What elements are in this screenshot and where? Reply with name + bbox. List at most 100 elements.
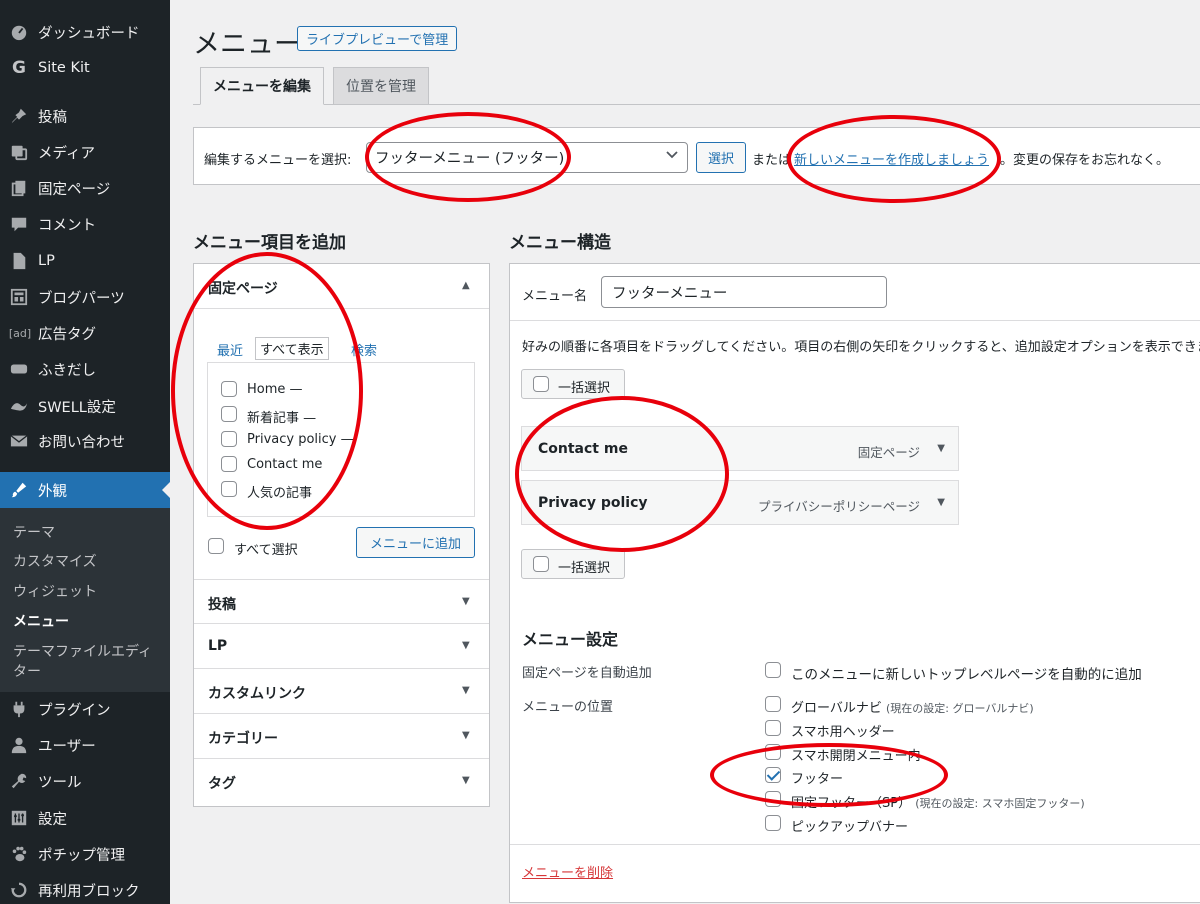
sidebar-item-plugins[interactable]: プラグイン xyxy=(0,691,170,727)
menu-structure-panel: メニュー名 フッターメニュー 好みの順番に各項目をドラッグしてください。項目の右… xyxy=(509,263,1200,903)
pin-icon xyxy=(9,106,29,126)
sidebar-item-lp[interactable]: LP xyxy=(0,243,170,279)
sidebar-item-adtags[interactable]: [ad] 広告タグ xyxy=(0,315,170,351)
pages-checklist: Home — 新着記事 — Privacy policy — Contact m… xyxy=(207,362,475,517)
location-checkbox[interactable] xyxy=(765,815,781,831)
checkbox[interactable] xyxy=(221,481,237,497)
menu-name-label: メニュー名 xyxy=(522,289,588,304)
or-text: または xyxy=(752,153,792,168)
section-title: タグ xyxy=(208,776,236,792)
sidebar-item-settings[interactable]: 設定 xyxy=(0,800,170,836)
sidebar-item-label: LP xyxy=(38,253,55,269)
chevron-down-icon: ▼ xyxy=(462,596,470,607)
sidebar-item-label: ツール xyxy=(38,774,82,791)
submenu-theme-editor[interactable]: テーマファイルエディ xyxy=(13,641,152,661)
bulk-select-checkbox[interactable] xyxy=(533,556,549,572)
bulk-select-checkbox[interactable] xyxy=(533,376,549,392)
sidebar-item-pages[interactable]: 固定ページ xyxy=(0,170,170,206)
add-to-menu-button[interactable]: メニューに追加 xyxy=(356,527,475,558)
auto-add-checkbox[interactable] xyxy=(765,662,781,678)
sidebar-item-contact[interactable]: お問い合わせ xyxy=(0,423,170,459)
section-custom-links[interactable]: カスタムリンク ▼ xyxy=(194,669,489,714)
tab-manage-locations[interactable]: 位置を管理 xyxy=(333,67,429,105)
chevron-down-icon[interactable]: ▼ xyxy=(937,443,945,454)
checkbox[interactable] xyxy=(221,456,237,472)
section-categories[interactable]: カテゴリー ▼ xyxy=(194,714,489,759)
section-lp[interactable]: LP ▼ xyxy=(194,624,489,669)
sidebar-item-label: メディア xyxy=(38,145,95,162)
subtab-recent[interactable]: 最近 xyxy=(217,340,243,359)
submenu-customize[interactable]: カスタマイズ xyxy=(13,551,97,571)
sidebar-item-reusable[interactable]: 再利用ブロック xyxy=(0,872,170,904)
checkbox[interactable] xyxy=(221,381,237,397)
bulk-select-bottom[interactable]: 一括選択 xyxy=(521,549,625,579)
menu-select-dropdown[interactable]: フッターメニュー (フッター) xyxy=(366,142,688,173)
bulk-select-label: 一括選択 xyxy=(558,561,611,576)
subtab-view-all[interactable]: すべて表示 xyxy=(255,337,329,360)
submenu-menus[interactable]: メニュー xyxy=(13,611,69,631)
submenu-themes[interactable]: テーマ xyxy=(13,522,55,542)
chevron-up-icon: ▲ xyxy=(462,280,470,291)
menu-item[interactable]: Privacy policy プライバシーポリシーページ ▼ xyxy=(521,480,959,525)
sidebar-item-appearance[interactable]: 外観 xyxy=(0,472,170,508)
sidebar-item-tools[interactable]: ツール xyxy=(0,763,170,799)
section-title: LP xyxy=(208,638,228,654)
sidebar-item-blogparts[interactable]: ブログパーツ xyxy=(0,279,170,315)
page-label: Home — xyxy=(247,382,303,397)
wrench-icon xyxy=(9,771,29,791)
location-checkbox[interactable] xyxy=(765,696,781,712)
location-checkbox[interactable] xyxy=(765,791,781,807)
sidebar-item-pochipp[interactable]: ポチップ管理 xyxy=(0,836,170,872)
section-tags[interactable]: タグ ▼ xyxy=(194,759,489,804)
chevron-down-icon: ▼ xyxy=(462,775,470,786)
menu-item[interactable]: Contact me 固定ページ ▼ xyxy=(521,426,959,471)
location-checkbox[interactable] xyxy=(765,744,781,760)
main-content: メニュー ライブプレビューで管理 メニューを編集 位置を管理 編集するメニューを… xyxy=(170,0,1200,904)
chevron-down-icon[interactable]: ▼ xyxy=(937,497,945,508)
sidebar-item-label: 固定ページ xyxy=(38,181,111,198)
live-preview-button[interactable]: ライブプレビューで管理 xyxy=(297,26,458,51)
menu-item-title: Contact me xyxy=(538,441,628,457)
plugin-icon xyxy=(9,699,29,719)
submenu-widgets[interactable]: ウィジェット xyxy=(13,581,97,601)
sidebar-item-dashboard[interactable]: ダッシュボード xyxy=(0,14,170,50)
chevron-down-icon: ▼ xyxy=(462,685,470,696)
location-note: (現在の設定: スマホ固定フッター) xyxy=(915,797,1085,810)
menu-name-input[interactable]: フッターメニュー xyxy=(601,276,887,308)
submenu-theme-editor-cont[interactable]: ター xyxy=(13,661,41,681)
select-menu-button[interactable]: 選択 xyxy=(696,142,746,173)
location-checkbox[interactable] xyxy=(765,720,781,736)
select-all-checkbox[interactable] xyxy=(208,538,224,554)
page-title: メニュー xyxy=(193,29,301,60)
create-menu-link[interactable]: 新しいメニューを作成しましょう xyxy=(794,149,989,168)
tab-edit-menus[interactable]: メニューを編集 xyxy=(200,67,324,105)
menu-item-type: プライバシーポリシーページ xyxy=(757,499,920,514)
page-label: Contact me xyxy=(247,457,323,472)
sidebar-item-sitekit[interactable]: G Site Kit xyxy=(0,50,170,86)
section-title: カスタムリンク xyxy=(208,686,306,702)
sidebar-item-fukidashi[interactable]: ふきだし xyxy=(0,351,170,387)
sidebar-item-posts[interactable]: 投稿 xyxy=(0,98,170,134)
menu-location-label: メニューの位置 xyxy=(522,700,614,715)
save-reminder: 。変更の保存をお忘れなく。 xyxy=(1000,153,1170,168)
menu-name-row: メニュー名 フッターメニュー xyxy=(510,264,1200,321)
sidebar-item-media[interactable]: メディア xyxy=(0,134,170,170)
sidebar-item-users[interactable]: ユーザー xyxy=(0,727,170,763)
sidebar-item-swell[interactable]: SWELL設定 xyxy=(0,388,170,424)
delete-menu-link[interactable]: メニューを削除 xyxy=(522,862,613,881)
location-checkbox-checked[interactable] xyxy=(765,767,781,783)
dashboard-icon xyxy=(9,22,29,42)
checkbox[interactable] xyxy=(221,431,237,447)
sidebar-item-label: 再利用ブロック xyxy=(38,883,140,900)
section-posts[interactable]: 投稿 ▼ xyxy=(194,579,489,624)
pages-section-header[interactable]: 固定ページ ▲ xyxy=(194,264,489,309)
checkbox[interactable] xyxy=(221,406,237,422)
location-label: スマホ開閉メニュー内 xyxy=(791,749,921,764)
sidebar-item-comments[interactable]: コメント xyxy=(0,206,170,242)
page-label: Privacy policy — xyxy=(247,432,354,447)
pages-icon xyxy=(9,178,29,198)
menu-select-label: 編集するメニューを選択: xyxy=(204,153,352,168)
subtab-search[interactable]: 検索 xyxy=(351,340,377,359)
paw-icon xyxy=(9,844,29,864)
bulk-select-top[interactable]: 一括選択 xyxy=(521,369,625,399)
